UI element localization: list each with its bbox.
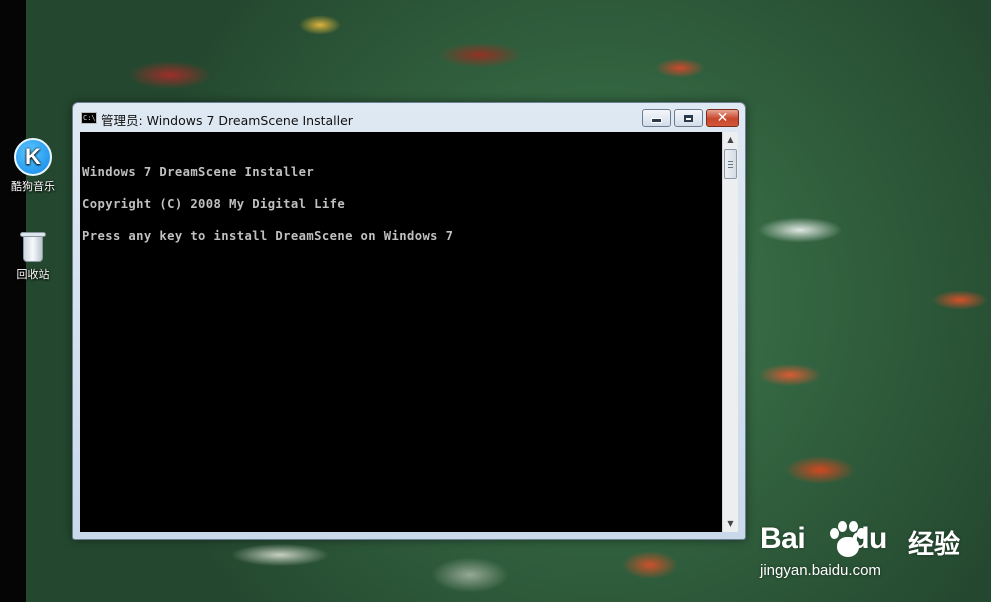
console-line: Press any key to install DreamScene on W… — [82, 229, 454, 243]
scroll-thumb[interactable] — [724, 149, 737, 179]
baidu-paw-logo-icon — [828, 520, 868, 560]
maximize-button[interactable] — [674, 109, 703, 127]
minimize-button[interactable] — [642, 109, 671, 127]
close-button[interactable]: ✕ — [706, 109, 739, 127]
desktop-icon-label: 回收站 — [16, 268, 50, 281]
maximize-icon — [684, 114, 693, 122]
close-icon: ✕ — [716, 110, 729, 126]
vertical-scrollbar[interactable]: ▲ ▼ — [722, 132, 738, 532]
window-title: 管理员: Windows 7 DreamScene Installer — [101, 113, 353, 128]
scroll-down-arrow-icon[interactable]: ▼ — [723, 516, 738, 532]
desktop-icon-label: 酷狗音乐 — [11, 180, 55, 193]
console-app-icon[interactable]: C:\ — [81, 112, 97, 124]
console-window: C:\ 管理员: Windows 7 DreamScene Installer … — [72, 102, 746, 540]
watermark-brand-cn: 经验 — [908, 530, 961, 560]
console-line: Copyright (C) 2008 My Digital Life — [82, 197, 346, 211]
watermark-url: jingyan.baidu.com — [760, 562, 881, 579]
recycle-bin-icon — [20, 230, 46, 262]
minimize-icon — [651, 118, 662, 123]
desktop-icon-recycle-bin[interactable]: 回收站 — [5, 230, 61, 282]
console-line: Windows 7 DreamScene Installer — [82, 165, 315, 179]
desktop-icon-kugou[interactable]: K 酷狗音乐 — [5, 138, 61, 194]
kugou-music-icon: K — [14, 138, 52, 176]
left-screen-edge — [0, 0, 26, 602]
window-titlebar[interactable]: C:\ 管理员: Windows 7 DreamScene Installer … — [73, 103, 745, 133]
baidu-jingyan-watermark: Bai du 经验 jingyan.baidu.com — [760, 512, 985, 600]
scroll-up-arrow-icon[interactable]: ▲ — [723, 132, 738, 148]
console-output[interactable]: Windows 7 DreamScene Installer Copyright… — [80, 132, 722, 532]
